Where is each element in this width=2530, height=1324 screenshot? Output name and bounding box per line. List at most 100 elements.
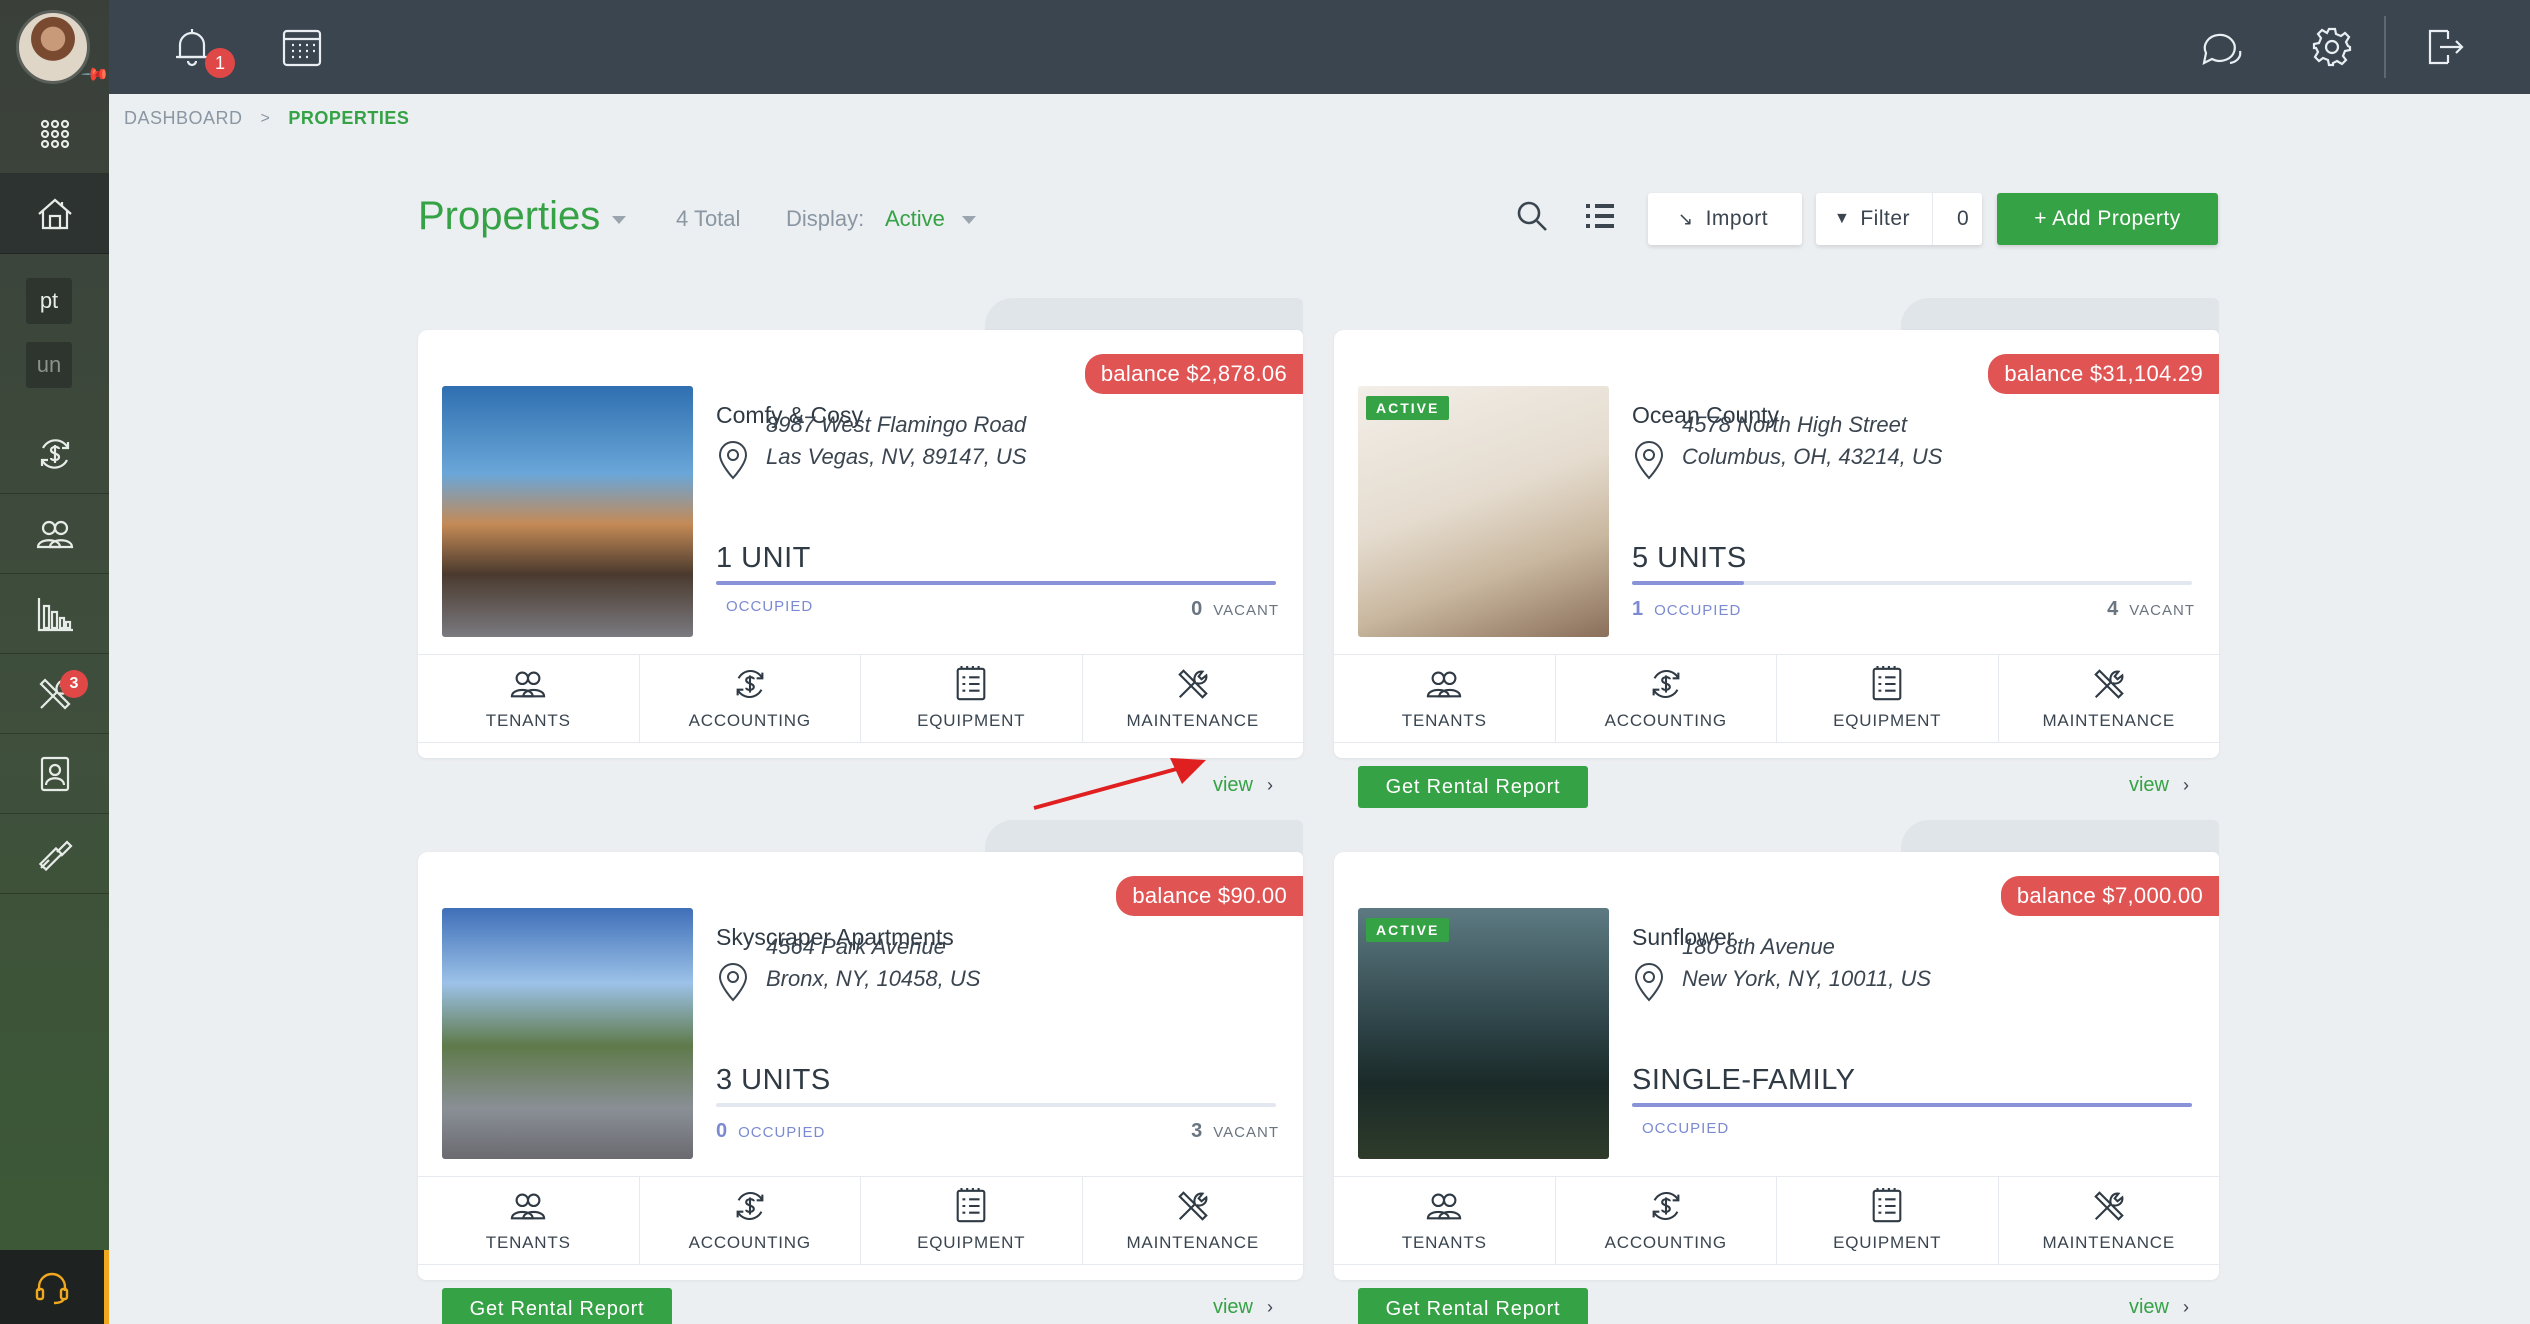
sidebar: 📌 pt un 3 [0,0,111,1324]
card-action-tenants[interactable]: TENANTS [418,654,640,742]
occupied-count: 1 [1632,598,1645,620]
search-button[interactable] [1514,198,1554,238]
view-link[interactable]: view › [2129,774,2189,797]
property-card: balance $31,104.29 ACTIVE Ocean County 4… [1334,298,2220,808]
get-rental-report-button[interactable]: Get Rental Report [1358,1288,1588,1324]
property-card: balance $90.00 Skyscraper Apartments 456… [418,820,1303,1324]
chevron-right-icon: › [1267,1297,1273,1317]
tenants-icon [1427,671,1462,698]
card-action-label: EQUIPMENT [917,1233,1026,1252]
unit-count: SINGLE-FAMILY [1632,1064,1856,1096]
address-line-1: 8987 West Flamingo Road [766,412,1027,437]
card-action-accounting[interactable]: ACCOUNTING [640,654,861,742]
card-divider [418,742,1303,743]
display-caret-icon[interactable] [962,216,976,224]
card-action-tenants[interactable]: TENANTS [418,1176,640,1264]
card-action-equipment[interactable]: EQUIPMENT [861,654,1083,742]
address-line-2: Bronx, NY, 10458, US [766,966,981,991]
property-photo[interactable]: ACTIVE [1358,386,1609,637]
sidebar-item-people[interactable] [0,494,109,574]
card-action-label: ACCOUNTING [688,711,811,730]
card-action-maintenance[interactable]: MAINTENANCE [1083,1176,1304,1264]
card-action-accounting[interactable]: ACCOUNTING [1556,654,1777,742]
equipment-icon [956,1187,986,1223]
view-link[interactable]: view › [1213,1296,1273,1319]
people-icon [36,520,73,548]
workspace-chip-un[interactable]: un [26,342,72,388]
card-action-accounting[interactable]: ACCOUNTING [640,1176,861,1264]
card-action-maintenance[interactable]: MAINTENANCE [1083,654,1304,742]
card-action-label: EQUIPMENT [1833,1233,1942,1252]
get-rental-report-button[interactable]: Get Rental Report [1358,766,1588,808]
total-count: 4 Total [676,206,741,231]
property-photo[interactable] [442,386,693,637]
chat-button[interactable] [2197,22,2247,72]
user-avatar[interactable] [16,10,90,84]
display-filter-select[interactable]: Active [885,206,945,232]
add-property-button[interactable]: + Add Property [1997,193,2218,245]
sidebar-item-reports[interactable] [0,574,109,654]
tenants-icon [511,671,546,698]
occupancy-bar-fill [716,581,1276,585]
card-action-label: MAINTENANCE [1126,1233,1260,1252]
import-button[interactable]: ↘ Import [1648,193,1802,245]
workspace-chip-pt[interactable]: pt [26,278,72,324]
status-badge: ACTIVE [1366,396,1450,420]
vacant-stat: 0 VACANT [1191,598,1279,621]
annotation-arrow [1033,758,1206,810]
view-label: view [1212,774,1253,796]
card-actions: TENANTS ACCOUNTING EQUIPMENT MAINTENANCE [418,1176,1303,1264]
occupied-stat: 0 OCCUPIED [716,1120,825,1143]
card-divider [418,1264,1303,1265]
occupied-stat: OCCUPIED [1632,1120,1729,1137]
occupancy-bar [716,1103,1276,1107]
view-link[interactable]: view › [2129,1296,2189,1319]
card-action-maintenance[interactable]: MAINTENANCE [1999,654,2220,742]
equipment-icon [956,665,986,701]
documents-icon [40,756,69,791]
card-action-equipment[interactable]: EQUIPMENT [1777,1176,1999,1264]
address-line-1: 4578 North High Street [1682,412,1908,437]
get-rental-report-button[interactable]: Get Rental Report [442,1288,672,1324]
title-caret-icon[interactable] [612,216,626,224]
balance-badge: balance $31,104.29 [1988,354,2219,394]
card-action-label: ACCOUNTING [1604,711,1727,730]
logout-button[interactable] [2419,22,2469,72]
card-action-tenants[interactable]: TENANTS [1334,654,1556,742]
unit-count: 5 UNITS [1632,542,1747,574]
card-action-equipment[interactable]: EQUIPMENT [861,1176,1083,1264]
card-action-maintenance[interactable]: MAINTENANCE [1999,1176,2220,1264]
view-link[interactable]: view › [1213,774,1273,797]
card-action-tenants[interactable]: TENANTS [1334,1176,1556,1264]
sidebar-item-documents[interactable] [0,734,109,814]
support-button[interactable] [0,1250,109,1324]
breadcrumb-dashboard[interactable]: DASHBOARD [124,108,243,129]
page-title[interactable]: Properties [418,194,600,239]
property-card: balance $7,000.00 ACTIVE Sunflower 180 8… [1334,820,2220,1324]
calendar-icon [282,29,322,67]
chat-icon [2202,33,2242,65]
chevron-right-icon: › [2183,775,2189,795]
card-action-equipment[interactable]: EQUIPMENT [1777,654,1999,742]
card-action-label: MAINTENANCE [1126,711,1260,730]
filter-button[interactable]: ▼ Filter 0 [1816,193,1982,245]
card-body: balance $2,878.06 Comfy & Cosy 8987 West… [418,330,1304,796]
sidebar-item-maintenance[interactable]: 3 [0,654,109,734]
property-photo[interactable]: ACTIVE [1358,908,1609,1159]
occupied-label: OCCUPIED [738,1124,826,1141]
property-photo[interactable] [442,908,693,1159]
list-view-button[interactable] [1582,198,1622,238]
tenants-icon [511,1193,546,1220]
sidebar-item-properties[interactable] [0,174,109,254]
sidebar-item-tools[interactable] [0,814,109,894]
settings-button[interactable] [2307,22,2357,72]
equipment-icon [1872,1187,1902,1223]
topbar: 1 [109,0,2530,94]
calendar-button[interactable] [277,22,327,72]
tenants-icon [1427,1193,1462,1220]
card-action-accounting[interactable]: ACCOUNTING [1556,1176,1777,1264]
apps-menu[interactable] [0,94,109,174]
sidebar-item-accounting[interactable] [0,414,109,494]
address-line-1: 180 8th Avenue [1682,934,1835,959]
card-action-label: TENANTS [485,711,571,730]
